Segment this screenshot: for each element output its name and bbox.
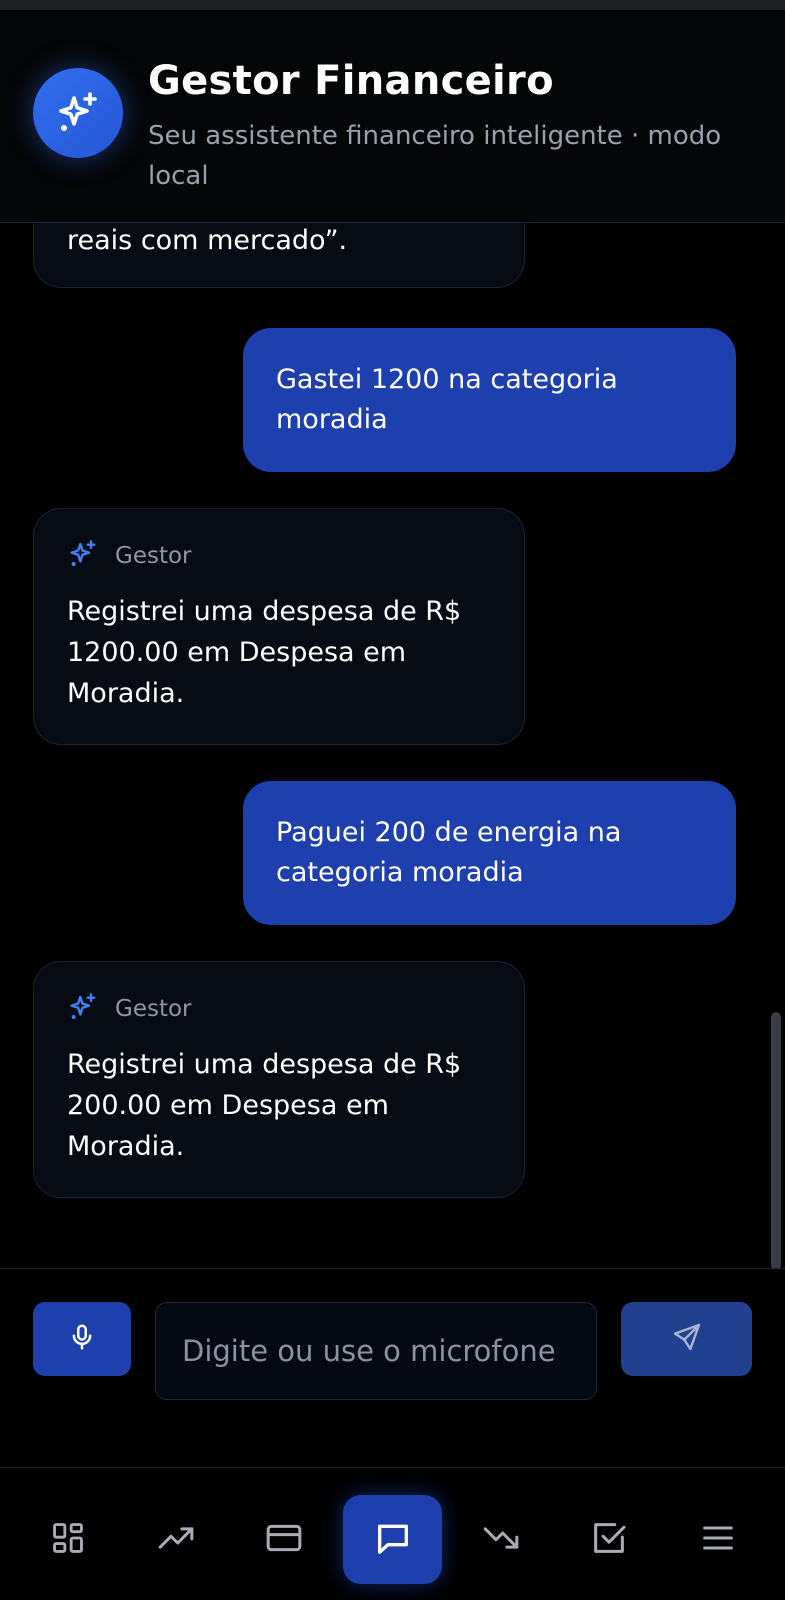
message-author: Gestor [115,543,192,569]
app-header: Gestor Financeiro Seu assistente finance… [0,10,785,223]
microphone-button[interactable] [33,1302,131,1376]
send-button[interactable] [621,1302,752,1376]
nav-item-cartoes[interactable] [234,1495,333,1584]
chat-icon [373,1518,413,1562]
microphone-icon [67,1322,97,1356]
trending-down-icon [481,1518,521,1562]
sparkles-icon [67,991,99,1027]
menu-icon [698,1518,738,1562]
send-icon [671,1321,703,1357]
nav-item-receitas[interactable] [126,1495,225,1584]
nav-item-chat[interactable] [343,1495,442,1584]
user-message: Paguei 200 de energia na categoria morad… [243,781,736,925]
message-composer [0,1268,785,1468]
user-message: Gastei 1200 na categoria moradia [243,328,736,472]
status-bar [0,0,785,10]
chat-messages[interactable]: reais com mercado”. Gastei 1200 na categ… [0,223,785,1268]
grid-icon [49,1519,87,1561]
nav-item-menu[interactable] [668,1495,767,1584]
message-input[interactable] [155,1302,597,1400]
nav-item-despesas[interactable] [451,1495,550,1584]
sparkles-icon [67,538,99,574]
assistant-message: reais com mercado”. [33,223,525,288]
app-subtitle: Seu assistente financeiro inteligente · … [148,121,722,191]
checkbox-icon [589,1518,629,1562]
credit-card-icon [264,1518,304,1562]
message-author: Gestor [115,996,192,1022]
assistant-message: Gestor Registrei uma despesa de R$ 1200.… [33,508,525,745]
message-text: Registrei uma despesa de R$ 1200.00 em D… [67,596,462,709]
message-text: Registrei uma despesa de R$ 200.00 em De… [67,1049,462,1162]
assistant-message: Gestor Registrei uma despesa de R$ 200.0… [33,961,525,1198]
app-title: Gestor Financeiro [148,58,554,104]
nav-item-dashboard[interactable] [18,1495,117,1584]
trending-up-icon [156,1518,196,1562]
chat-scrollbar[interactable] [771,1012,781,1270]
message-text: reais com mercado”. [67,225,348,256]
nav-item-tarefas[interactable] [559,1495,658,1584]
bottom-navigation [0,1467,785,1600]
sparkles-icon [33,68,123,158]
